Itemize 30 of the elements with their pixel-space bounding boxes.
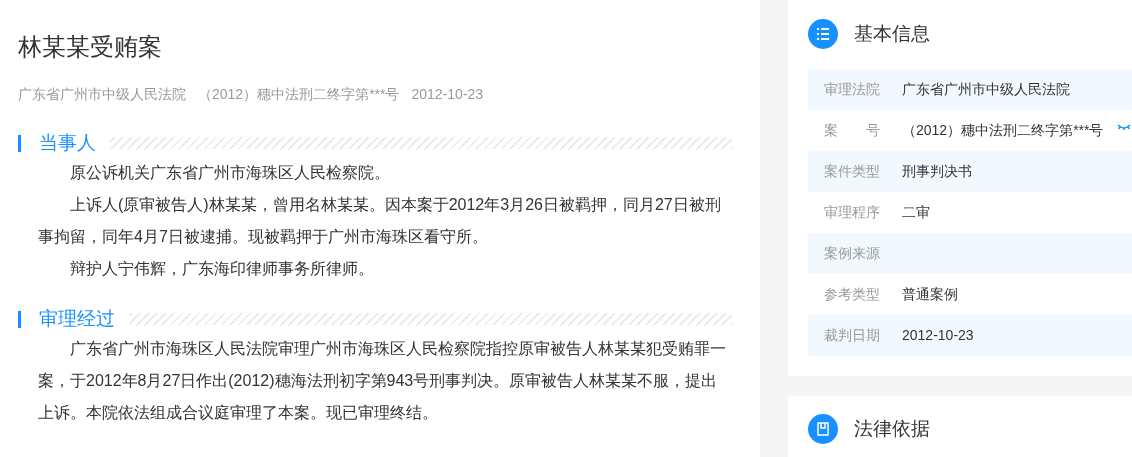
field-label: 案件类型 — [824, 162, 881, 181]
case-meta: （2012）穗中法刑二终字第***号 — [198, 85, 400, 104]
field-value: （2012）穗中法刑二终字第***号 — [902, 121, 1104, 140]
card-title: 基本信息 — [854, 21, 930, 46]
field-label: 参考类型 — [824, 285, 881, 304]
case-meta: 广东省广州市中级人民法院 — [18, 85, 186, 104]
case-meta: 2012-10-23 — [411, 85, 484, 104]
section-heading: 审理经过 — [39, 307, 115, 331]
field-label: 案例来源 — [824, 244, 881, 263]
field-value: 二审 — [902, 203, 930, 222]
field-value: 普通案例 — [902, 285, 958, 304]
field-label: 案 号 — [824, 121, 881, 140]
paragraph: 广东省广州市海珠区人民法院审理广州市海珠区人民检察院指控原审被告人林某某犯受贿罪一案，于2012年8月27日作出(2012)穗海法刑初字第943号刑事判决。原审被告人林某某不服，提出上诉。本院依法组成合议庭审理了本案。现已审理终结。 — [38, 339, 727, 423]
card-title: 法律依据 — [854, 416, 930, 441]
list-icon — [808, 19, 838, 49]
field-label: 审理法院 — [824, 80, 881, 99]
paragraph: 上诉人(原审被告人)林某某，曾用名林某某。因本案于2012年3月26日被羁押，同月27日被刑事拘留，同年4月7日被逮捕。现被羁押于广州市海珠区看守所。 — [38, 195, 722, 247]
eye-icon[interactable] — [1117, 123, 1131, 133]
field-label: 审理程序 — [824, 203, 881, 222]
field-value: 刑事判决书 — [902, 162, 972, 181]
paragraph: 原公诉机关广东省广州市海珠区人民检察院。 — [69, 163, 391, 183]
paragraph: 辩护人宁伟辉，广东海印律师事务所律师。 — [69, 259, 375, 279]
field-value: 2012-10-23 — [902, 326, 974, 345]
section-marker — [18, 310, 21, 328]
case-title: 林某某受贿案 — [18, 32, 162, 62]
section-marker — [18, 134, 21, 152]
field-label: 裁判日期 — [824, 326, 881, 345]
field-value: 广东省广州市中级人民法院 — [902, 80, 1070, 99]
section-heading: 当事人 — [39, 131, 96, 155]
book-icon — [808, 414, 838, 444]
